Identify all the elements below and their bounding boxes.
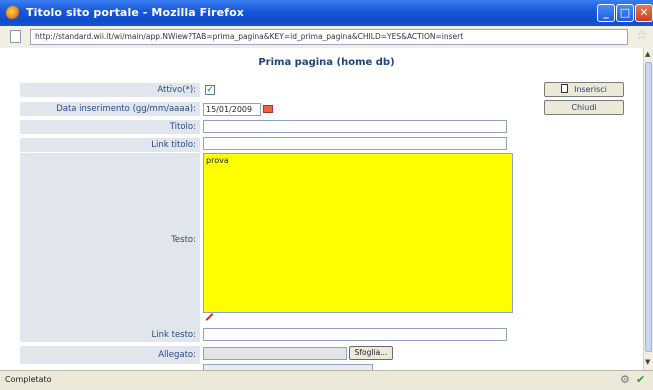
bookmark-star-icon[interactable]: ☆: [636, 28, 648, 43]
attivo-checkbox[interactable]: ✓: [205, 85, 215, 95]
page-icon: [10, 30, 21, 43]
page-content: Prima pagina (home db) Attivo(*): ✓ Data…: [0, 48, 653, 370]
testo-editor[interactable]: prova: [203, 153, 513, 313]
chiudi-button[interactable]: Chiudi: [544, 100, 624, 115]
allegato-label: Allegato:: [20, 346, 200, 364]
link-titolo-label: Link titolo:: [20, 138, 200, 152]
browser-window: Titolo sito portale - Mozilla Firefox _ …: [0, 0, 653, 390]
maximize-button[interactable]: □: [616, 4, 634, 22]
titolo-label: Titolo:: [20, 120, 200, 134]
inserisci-label: Inserisci: [574, 85, 607, 94]
testo-label: Testo:: [20, 153, 200, 328]
url-field[interactable]: http://standard.wii.it/wi/main/app.NWiew…: [30, 29, 628, 45]
browse-button[interactable]: Sfoglia...: [349, 346, 393, 360]
title-bar: Titolo sito portale - Mozilla Firefox _ …: [0, 0, 653, 26]
scroll-up-icon[interactable]: ▲: [645, 50, 650, 58]
attivo-label: Attivo(*):: [20, 83, 200, 97]
scroll-down-icon[interactable]: ▼: [645, 358, 650, 366]
address-bar: http://standard.wii.it/wi/main/app.NWiew…: [0, 26, 653, 49]
gear-icon[interactable]: ⚙: [620, 373, 630, 386]
allegato-file-input[interactable]: [203, 347, 347, 360]
link-titolo-input[interactable]: [203, 137, 507, 150]
data-inserimento-label: Data inserimento (gg/mm/aaaa):: [20, 102, 200, 116]
vertical-scrollbar[interactable]: ▲ ▼: [643, 48, 653, 370]
status-text: Completato: [5, 375, 52, 384]
titolo-input[interactable]: [203, 120, 507, 133]
inserisci-button[interactable]: Inserisci: [544, 82, 624, 97]
data-inserimento-input[interactable]: 15/01/2009: [203, 103, 261, 116]
scrollbar-thumb[interactable]: [645, 62, 652, 352]
close-button[interactable]: ✕: [635, 4, 653, 22]
window-title: Titolo sito portale - Mozilla Firefox: [26, 6, 244, 19]
minimize-button[interactable]: _: [597, 4, 615, 22]
status-bar: Completato ⚙ ✔: [0, 370, 653, 390]
chiudi-label: Chiudi: [571, 103, 597, 112]
pencil-icon[interactable]: [205, 313, 214, 321]
link-testo-label: Link testo:: [20, 328, 200, 342]
calendar-icon[interactable]: [263, 105, 273, 113]
page-title: Prima pagina (home db): [258, 57, 395, 68]
document-icon: [561, 84, 569, 93]
firefox-icon: [6, 6, 20, 20]
status-ok-icon: ✔: [636, 373, 646, 386]
link-testo-input[interactable]: [203, 328, 507, 341]
